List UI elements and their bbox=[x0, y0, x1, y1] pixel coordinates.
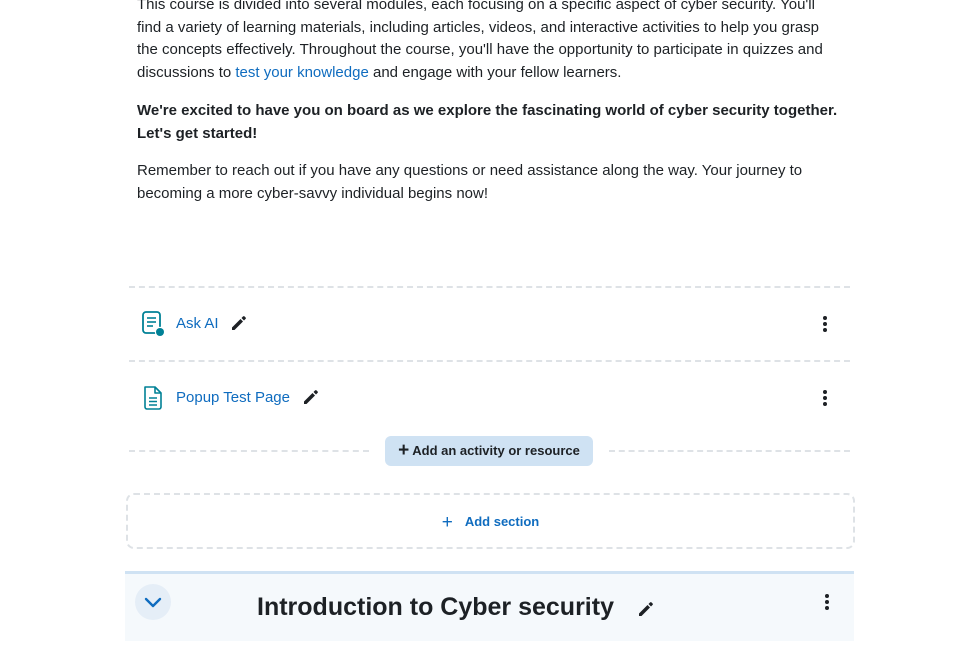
summary-text: and engage with your fellow learners. bbox=[368, 64, 622, 82]
add-section-content: + Add section bbox=[128, 512, 853, 534]
chevron-down-icon bbox=[144, 597, 162, 608]
test-knowledge-link[interactable]: test your knowledge bbox=[235, 64, 368, 81]
course-page: This course is divided into several modu… bbox=[0, 0, 965, 658]
activity-name-ask-ai[interactable]: Ask AI bbox=[176, 315, 219, 333]
add-section-button[interactable]: + Add section bbox=[126, 493, 855, 549]
pencil-icon[interactable] bbox=[230, 314, 248, 332]
section-header: Introduction to Cyber security bbox=[125, 571, 854, 641]
more-options-icon[interactable] bbox=[823, 592, 831, 612]
course-summary: This course is divided into several modu… bbox=[137, 0, 842, 221]
add-activity-button[interactable]: + Add an activity or resource bbox=[385, 436, 593, 466]
page-icon bbox=[144, 386, 162, 410]
more-options-icon[interactable] bbox=[821, 388, 829, 408]
activity-name-popup-test-page[interactable]: Popup Test Page bbox=[176, 389, 290, 407]
pencil-icon[interactable] bbox=[302, 388, 320, 406]
activity-popup-test-page[interactable]: Popup Test Page bbox=[129, 362, 850, 434]
activity-ask-ai[interactable]: Ask AI bbox=[129, 288, 850, 360]
more-options-icon[interactable] bbox=[821, 314, 829, 334]
plus-icon: + bbox=[398, 440, 410, 461]
summary-paragraph-1: This course is divided into several modu… bbox=[137, 0, 842, 85]
summary-bold-text: We're excited to have you on board as we… bbox=[137, 101, 838, 142]
summary-paragraph-3: Remember to reach out if you have any qu… bbox=[137, 162, 803, 202]
summary-paragraph-2: We're excited to have you on board as we… bbox=[137, 100, 842, 145]
page-ai-icon bbox=[142, 311, 166, 338]
collapse-section-button[interactable] bbox=[135, 584, 171, 620]
section-title[interactable]: Introduction to Cyber security bbox=[257, 592, 614, 622]
pencil-icon[interactable] bbox=[637, 600, 655, 618]
add-activity-label: Add an activity or resource bbox=[412, 443, 580, 458]
add-activity-divider-left bbox=[129, 450, 369, 452]
add-section-label: Add section bbox=[464, 514, 540, 529]
plus-icon: + bbox=[441, 512, 453, 533]
add-activity-divider-right bbox=[609, 450, 850, 452]
